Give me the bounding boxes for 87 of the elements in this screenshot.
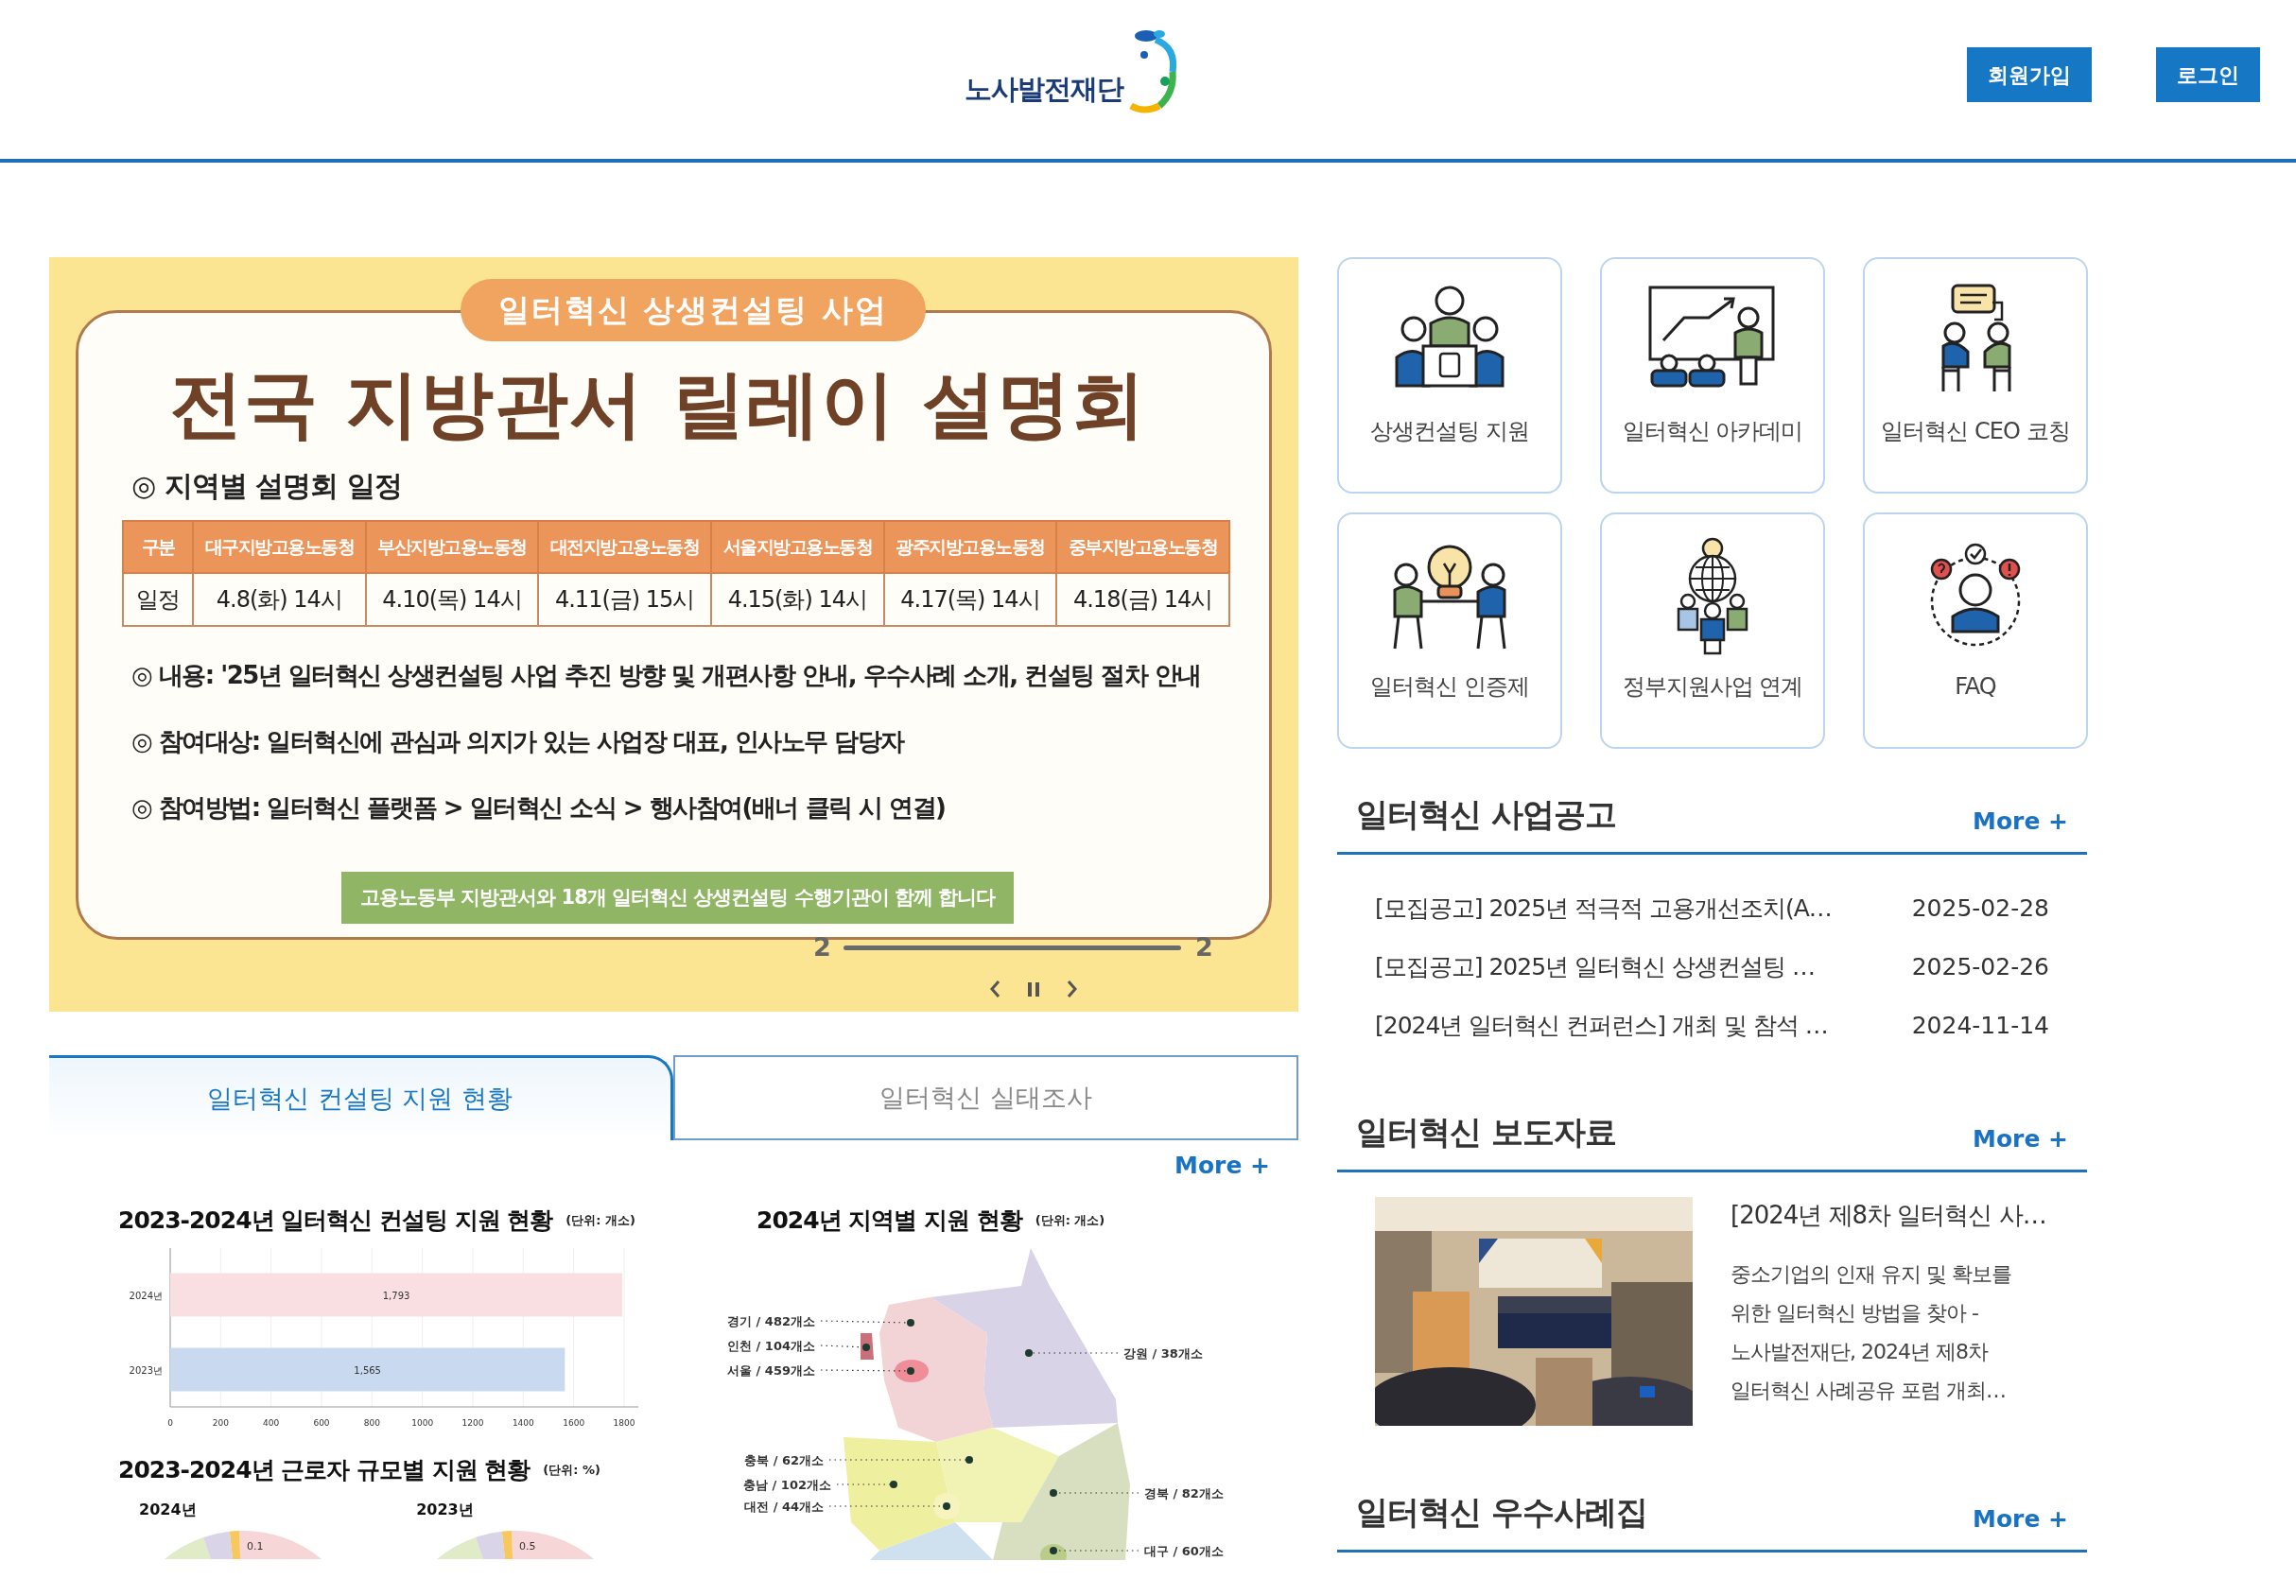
banner-text: ◎ 참여방법: 일터혁신 플랫폼 > 일터혁신 소식 > 행사참여(배너 클릭 시 연결): [131, 791, 947, 824]
region-label: 충남 / 102개소: [743, 1477, 831, 1492]
table-cell: 4.15(화) 14시: [710, 572, 884, 626]
table-cell: 4.18(금) 14시: [1056, 572, 1229, 626]
district-shape: [1040, 1543, 1067, 1560]
signup-button[interactable]: 회원가입: [1967, 47, 2092, 102]
banner-text: ◎ 참여대상: 일터혁신에 관심과 의지가 있는 사업장 대표, 인사노무 담당자: [131, 725, 906, 757]
quick-link-tile[interactable]: FAQ: [1863, 512, 2088, 749]
notice-date: 2024-11-14: [1911, 1011, 2049, 1042]
article-title[interactable]: [2024년 제8차 일터혁신 사…: [1731, 1201, 2046, 1229]
section-title: 일터혁신 우수사례집: [1356, 1492, 1647, 1533]
region-label: 서울 / 459개소: [727, 1362, 815, 1378]
quick-link-tile[interactable]: 일터혁신 인증제: [1337, 512, 1562, 749]
axis-label: 1400: [512, 1417, 534, 1428]
banner-caption: 고용노동부 지방관서와 18개 일터혁신 상생컨설팅 수행기관이 함께 합니다: [341, 871, 1015, 924]
table-cell: 4.8(화) 14시: [193, 572, 366, 626]
section-title: 일터혁신 보도자료: [1356, 1112, 1616, 1153]
category-label: 2024년: [129, 1290, 163, 1300]
chart-title: 2023-2024년 일터혁신 컨설팅 지원 현황: [118, 1206, 553, 1236]
leader-line: [820, 1343, 870, 1351]
data-label: 1,565: [354, 1364, 381, 1375]
table-header-cell: 서울지방고용노동청: [710, 520, 884, 573]
tab[interactable]: 일터혁신 컨설팅 지원 현황: [49, 1055, 673, 1140]
more-link[interactable]: More +: [1973, 1120, 2068, 1156]
table-header-cell: 중부지방고용노동청: [1056, 520, 1229, 573]
tab[interactable]: 일터혁신 실태조사: [673, 1055, 1298, 1140]
data-label: 0.1: [247, 1540, 264, 1553]
axis-label: 1000: [411, 1417, 434, 1428]
notice-date: 2025-02-28: [1911, 893, 2049, 925]
region-label: 충북 / 62개소: [744, 1452, 824, 1467]
region-label: 경기 / 482개소: [727, 1313, 815, 1328]
quick-link-tile[interactable]: 일터혁신 CEO 코칭: [1863, 257, 2088, 494]
leader-line: [836, 1480, 897, 1488]
region-label: 인천 / 104개소: [727, 1338, 815, 1353]
banner-subheading: ◎ 지역별 설명회 일정: [131, 467, 403, 504]
axis-label: 1200: [461, 1417, 484, 1428]
quick-link-tile[interactable]: 상생컨설팅 지원: [1337, 257, 1562, 494]
quick-link-tile[interactable]: 일터혁신 아카데미: [1600, 257, 1825, 494]
table-header-cell: 부산지방고용노동청: [365, 520, 539, 573]
data-label: 1,793: [382, 1290, 410, 1300]
district-shape: [895, 1359, 929, 1382]
table-header-cell: 대구지방고용노동청: [193, 520, 366, 573]
table-header-cell: 구분: [123, 520, 193, 573]
banner-tag: 일터혁신 상생컨설팅 사업: [461, 279, 926, 341]
more-link[interactable]: More +: [1174, 1152, 1270, 1179]
unit-label: (단위: 개소): [565, 1212, 635, 1229]
axis-label: 0: [167, 1417, 173, 1428]
pie-year-label: 2023년: [416, 1500, 475, 1520]
slide-number: 2: [813, 931, 831, 963]
axis-label: 800: [363, 1417, 380, 1428]
region-label: 대전 / 44개소: [744, 1499, 824, 1514]
banner-title: 전국 지방관서 릴레이 설명회: [168, 360, 1147, 448]
login-button[interactable]: 로그인: [2156, 47, 2260, 102]
notice-date: 2025-02-26: [1911, 952, 2049, 983]
logo-text: 노사발전재단: [965, 71, 1123, 107]
region-label: 대구 / 60개소: [1144, 1543, 1224, 1558]
axis-label: 600: [313, 1417, 330, 1428]
banner-text: ◎ 내용: '25년 일터혁신 상생컨설팅 사업 추진 방향 및 개편사항 안내, 우수사례 소개, 컨설팅 절차 안내: [131, 659, 1202, 691]
axis-label: 400: [263, 1417, 280, 1428]
data-label: 0.5: [519, 1540, 536, 1553]
chart-title: 2023-2024년 근로자 규모별 지원 현황: [118, 1454, 531, 1485]
axis-label: 1600: [563, 1417, 585, 1428]
more-link[interactable]: More +: [1973, 1501, 2068, 1536]
notice-link[interactable]: [2024년 일터혁신 컨퍼런스] 개최 및 참석 …: [1375, 1008, 1828, 1044]
quick-link-tile[interactable]: 정부지원사업 연계: [1600, 512, 1825, 749]
region-label: 경북 / 82개소: [1144, 1485, 1224, 1501]
more-link[interactable]: More +: [1973, 803, 2068, 839]
slide-total: 2: [1195, 931, 1213, 963]
unit-label: (단위: %): [543, 1461, 600, 1479]
section-title: 일터혁신 사업공고: [1356, 794, 1616, 835]
axis-label: 200: [212, 1417, 229, 1428]
pie-year-label: 2024년: [139, 1500, 198, 1520]
table-header-cell: 광주지방고용노동청: [883, 520, 1057, 573]
region-label: 강원 / 38개소: [1123, 1345, 1203, 1361]
notice-link[interactable]: [모집공고] 2025년 일터혁신 상생컨설팅 …: [1375, 949, 1815, 985]
table-cell: 4.17(목) 14시: [883, 572, 1057, 626]
table-cell: 4.11(금) 15시: [538, 572, 711, 626]
table-header-cell: 대전지방고용노동청: [538, 520, 711, 573]
notice-link[interactable]: [모집공고] 2025년 적극적 고용개선조치(A…: [1375, 891, 1832, 927]
chart-title: 2024년 지역별 지원 현황: [757, 1206, 1022, 1236]
table-cell: 일정: [123, 572, 193, 626]
table-cell: 4.10(목) 14시: [365, 572, 539, 626]
axis-label: 1800: [613, 1417, 635, 1428]
category-label: 2023년: [129, 1364, 163, 1375]
unit-label: (단위: 개소): [1035, 1212, 1105, 1229]
article-summary: 중소기업의 인재 유지 및 확보를 위한 일터혁신 방법을 찾아 - 노사발전재단, 2024년 제8차 일터혁신 사례공유 포럼 개최…: [1731, 1261, 2012, 1404]
banner-panel[interactable]: [49, 257, 1298, 1012]
